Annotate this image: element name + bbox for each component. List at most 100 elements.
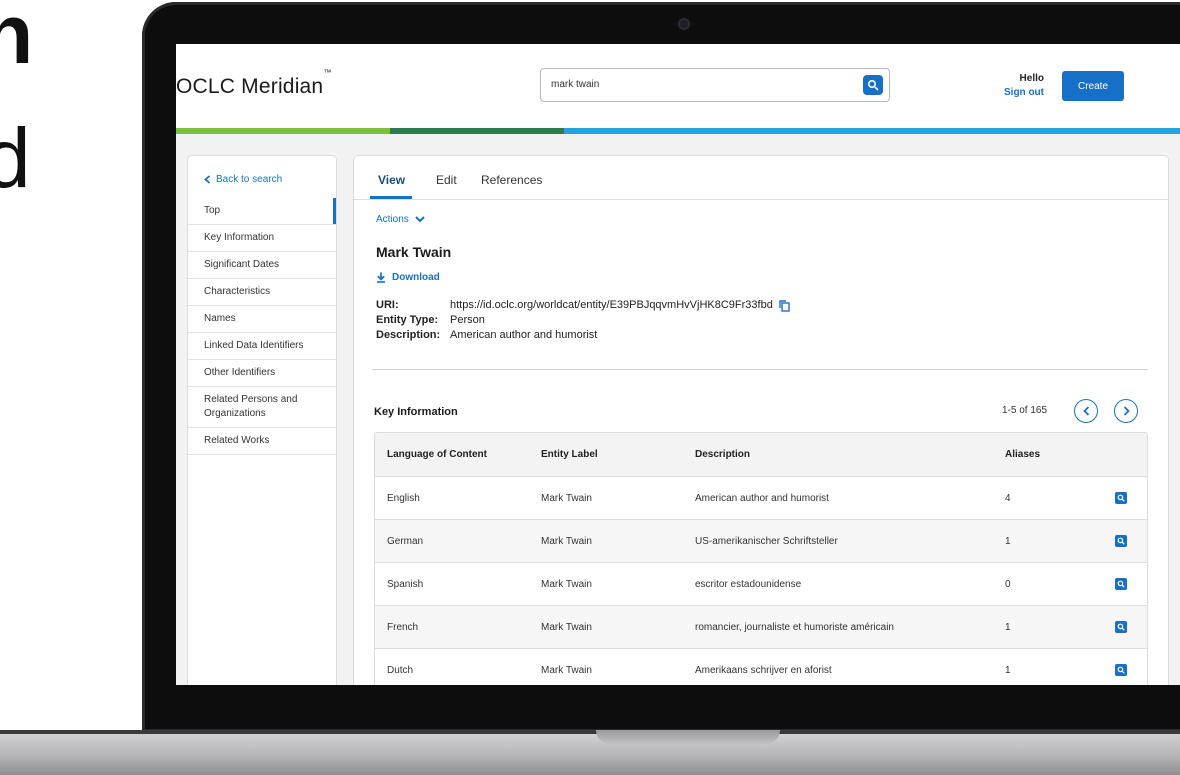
band-segment-green-light	[176, 128, 390, 134]
logo-text: OCLC Meridian	[176, 75, 324, 98]
trademark-mark: ™	[323, 68, 332, 77]
cell-entity-label: Mark Twain	[541, 622, 592, 633]
table-row: Dutch Mark Twain Amerikaans schrijver en…	[375, 649, 1147, 685]
tab-references[interactable]: References	[481, 173, 542, 187]
previous-page-button[interactable]	[1074, 399, 1098, 423]
sidebar-item-characteristics[interactable]: Characteristics	[188, 279, 336, 306]
table-row: Spanish Mark Twain escritor estadouniden…	[375, 563, 1147, 606]
sidebar-item-significant-dates[interactable]: Significant Dates	[188, 252, 336, 279]
search-icon	[867, 79, 879, 91]
entity-properties: URI: https://id.oclc.org/worldcat/entity…	[376, 298, 790, 343]
search-glyph	[1117, 623, 1125, 631]
view-record-icon[interactable]	[1115, 578, 1127, 590]
cell-description: escritor estadounidense	[695, 579, 802, 590]
search-glyph	[1117, 494, 1125, 502]
cell-aliases: 1	[1005, 622, 1011, 633]
cell-language: English	[387, 493, 420, 504]
tab-bar: View Edit References	[354, 156, 1168, 200]
key-information-table: Language of Content Entity Label Descrip…	[374, 432, 1148, 685]
column-header-language[interactable]: Language of Content	[387, 449, 487, 460]
cell-aliases: 4	[1005, 493, 1011, 504]
sidebar-item-names[interactable]: Names	[188, 306, 336, 333]
column-header-description[interactable]: Description	[695, 449, 750, 460]
tab-edit[interactable]: Edit	[436, 173, 457, 187]
sidebar-item-top[interactable]: Top	[188, 198, 336, 225]
table-row: German Mark Twain US-amerikanischer Schr…	[375, 520, 1147, 563]
sidebar-item-related-persons[interactable]: Related Persons and Organizations	[188, 387, 336, 428]
band-segment-blue	[564, 128, 1180, 134]
chevron-left-icon	[1082, 406, 1089, 416]
view-record-icon[interactable]	[1115, 535, 1127, 547]
chevron-down-icon	[415, 216, 425, 223]
back-to-search-label: Back to search	[216, 174, 283, 185]
search-box[interactable]: mark twain	[540, 68, 890, 102]
download-label: Download	[392, 272, 440, 283]
download-link[interactable]: Download	[376, 272, 440, 283]
search-input[interactable]: mark twain	[551, 79, 599, 90]
section-divider	[372, 369, 1148, 370]
actions-dropdown[interactable]: Actions	[376, 214, 425, 225]
headline-fragment-top: n	[0, 0, 34, 81]
cell-entity-label: Mark Twain	[541, 493, 592, 504]
entity-type-key: Entity Type:	[376, 314, 439, 326]
cell-description: romancier, journaliste et humoriste amér…	[695, 622, 894, 633]
cell-aliases: 0	[1005, 579, 1011, 590]
uri-value-wrap: https://id.oclc.org/worldcat/entity/E39P…	[450, 298, 790, 313]
next-page-button[interactable]	[1114, 399, 1138, 423]
search-glyph	[1117, 537, 1125, 545]
sidebar-item-other-identifiers[interactable]: Other Identifiers	[188, 360, 336, 387]
top-bar: OCLC Meridian™ mark twain Hello Sign out…	[176, 44, 1180, 128]
view-record-icon[interactable]	[1115, 492, 1127, 504]
band-segment-green-dark	[390, 128, 564, 134]
uri-value: https://id.oclc.org/worldcat/entity/E39P…	[450, 299, 773, 311]
actions-label: Actions	[376, 214, 409, 225]
property-description: Description: American author and humoris…	[376, 328, 790, 343]
property-entity-type: Entity Type: Person	[376, 313, 790, 328]
search-glyph	[1117, 580, 1125, 588]
column-header-entity-label[interactable]: Entity Label	[541, 449, 598, 460]
app-screen: OCLC Meridian™ mark twain Hello Sign out…	[176, 44, 1180, 685]
chevron-left-icon	[204, 175, 211, 184]
cell-aliases: 1	[1005, 536, 1011, 547]
description-key: Description:	[376, 329, 441, 341]
uri-key: URI:	[376, 299, 399, 311]
headline-fragment-bottom: d	[0, 111, 31, 205]
description-value: American author and humorist	[450, 329, 598, 341]
cell-language: German	[387, 536, 424, 547]
cell-description: American author and humorist	[695, 493, 829, 504]
key-information-title: Key Information	[374, 406, 458, 418]
cell-language: Spanish	[387, 579, 424, 590]
sidebar-item-key-information[interactable]: Key Information	[188, 225, 336, 252]
table-header: Language of Content Entity Label Descrip…	[375, 433, 1147, 477]
entity-type-value: Person	[450, 314, 485, 326]
copy-icon[interactable]	[779, 299, 790, 312]
hinge-strip	[0, 730, 1180, 734]
cell-language: French	[387, 622, 419, 633]
opening-notch	[596, 730, 780, 744]
create-button[interactable]: Create	[1062, 71, 1124, 101]
active-tab-indicator	[370, 196, 412, 199]
tab-view[interactable]: View	[378, 173, 405, 187]
cell-aliases: 1	[1005, 665, 1011, 676]
table-row: French Mark Twain romancier, journaliste…	[375, 606, 1147, 649]
brand-color-band	[176, 128, 1180, 134]
chevron-right-icon	[1123, 406, 1130, 416]
app-logo[interactable]: OCLC Meridian™	[176, 68, 332, 99]
table-row: English Mark Twain American author and h…	[375, 477, 1147, 520]
download-icon	[377, 272, 385, 283]
view-record-icon[interactable]	[1115, 621, 1127, 633]
cell-entity-label: Mark Twain	[541, 536, 592, 547]
sidebar: Back to search Top Key Information Signi…	[188, 156, 336, 685]
sign-out-link[interactable]: Sign out	[980, 87, 1044, 98]
cell-language: Dutch	[387, 665, 414, 676]
sidebar-item-related-works[interactable]: Related Works	[188, 428, 336, 455]
cell-description: US-amerikanischer Schriftsteller	[695, 536, 838, 547]
back-to-search-link[interactable]: Back to search	[204, 174, 282, 185]
column-header-aliases[interactable]: Aliases	[1005, 449, 1040, 460]
sidebar-item-linked-data-identifiers[interactable]: Linked Data Identifiers	[188, 333, 336, 360]
cell-description: Amerikaans schrijver en aforist	[695, 665, 832, 676]
property-uri: URI: https://id.oclc.org/worldcat/entity…	[376, 298, 790, 313]
search-button[interactable]	[863, 75, 883, 95]
sidebar-nav: Top Key Information Significant Dates Ch…	[188, 198, 336, 455]
view-record-icon[interactable]	[1115, 664, 1127, 676]
